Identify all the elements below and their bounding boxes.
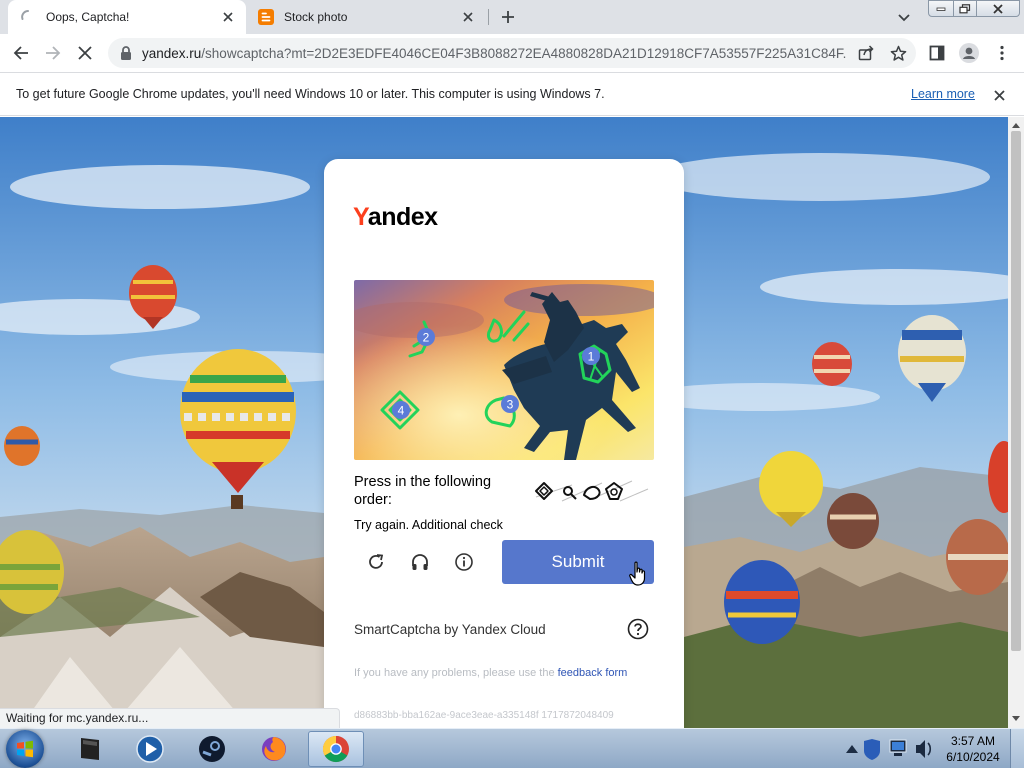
back-arrow-icon[interactable] — [9, 41, 33, 65]
page-scrollbar[interactable] — [1008, 117, 1024, 728]
close-window-icon[interactable] — [976, 0, 1020, 17]
update-infobar: To get future Google Chrome updates, you… — [0, 72, 1024, 116]
url-text[interactable]: yandex.ru/showcaptcha?mt=2D2E3EDFE4046CE… — [142, 46, 846, 61]
tray-overflow-icon[interactable] — [846, 745, 858, 753]
captcha-prompt: Press in the following order: — [354, 474, 492, 508]
taskbar-clock[interactable]: 3:57 AM 6/10/2024 — [940, 733, 1006, 765]
tray-shield-icon[interactable] — [864, 739, 880, 760]
tab-search-chevron-icon[interactable] — [894, 8, 914, 28]
status-bubble: Waiting for mc.yandex.ru... — [0, 708, 340, 728]
tab-strip: Oops, Captcha! Stock photo — [0, 0, 1024, 34]
url-path: /showcaptcha?mt=2D2E3EDFE4046CE04F3B8088… — [201, 46, 846, 61]
help-question-icon[interactable] — [627, 618, 649, 640]
infobar-message: To get future Google Chrome updates, you… — [16, 87, 605, 101]
address-bar[interactable]: yandex.ru/showcaptcha?mt=2D2E3EDFE4046CE… — [108, 38, 916, 68]
scroll-up-arrow-icon[interactable] — [1008, 119, 1024, 131]
captcha-error-message: Try again. Additional check — [354, 518, 503, 532]
info-icon[interactable] — [452, 550, 476, 574]
tab-title: Stock photo — [284, 10, 348, 24]
bookmark-star-icon[interactable] — [886, 41, 910, 65]
show-desktop-button[interactable] — [1010, 729, 1024, 768]
media-player-app[interactable] — [122, 731, 178, 767]
chrome-icon — [322, 735, 349, 763]
captcha-marker-1: 1 — [588, 350, 595, 364]
url-host: yandex.ru — [142, 46, 202, 61]
captcha-card: Yandex 1 2 3 4 Press in the following or… — [324, 159, 684, 728]
menu-kebab-icon[interactable] — [990, 41, 1014, 65]
tab-title: Oops, Captcha! — [46, 10, 130, 24]
headphones-audio-icon[interactable] — [408, 550, 432, 574]
tray-network-icon[interactable] — [889, 739, 907, 756]
new-tab-icon[interactable] — [498, 7, 518, 27]
captcha-marker-3: 3 — [507, 398, 514, 412]
yandex-logo-y: Y — [353, 203, 368, 231]
page-viewport: Yandex 1 2 3 4 Press in the following or… — [0, 117, 1008, 728]
yandex-logo-rest: andex — [367, 203, 438, 231]
close-tab-icon[interactable] — [460, 9, 476, 25]
firefox-icon — [262, 737, 286, 761]
learn-more-link[interactable]: Learn more — [911, 87, 975, 101]
clock-time: 3:57 AM — [950, 734, 996, 748]
lock-icon[interactable] — [118, 45, 134, 61]
problems-text: If you have any problems, please use the — [354, 667, 558, 679]
firefox-app[interactable] — [246, 731, 302, 767]
stop-loading-icon[interactable] — [73, 41, 97, 65]
profile-avatar-icon[interactable] — [957, 41, 981, 65]
chrome-app[interactable] — [308, 731, 364, 767]
restore-window-icon[interactable] — [953, 0, 977, 17]
browser-toolbar: yandex.ru/showcaptcha?mt=2D2E3EDFE4046CE… — [0, 34, 1024, 72]
blogger-icon — [258, 9, 274, 25]
forward-arrow-icon[interactable] — [41, 41, 65, 65]
steam-icon — [199, 736, 225, 762]
request-id: d86883bb-bba162ae-9ace3eae-a335148f 1717… — [354, 710, 614, 721]
captcha-challenge-image[interactable]: 1 2 3 4 — [354, 280, 654, 460]
steam-app[interactable] — [184, 731, 240, 767]
tab-oops-captcha[interactable]: Oops, Captcha! — [8, 0, 246, 34]
file-manager-app[interactable] — [62, 731, 118, 767]
hand-cursor-icon — [629, 561, 646, 586]
start-button[interactable] — [6, 730, 44, 768]
system-tray — [842, 731, 942, 767]
feedback-form-link[interactable]: feedback form — [558, 667, 628, 679]
file-manager-icon — [81, 738, 99, 760]
tab-stock-photo[interactable]: Stock photo — [250, 0, 486, 34]
scroll-down-arrow-icon[interactable] — [1008, 712, 1024, 724]
yandex-logo: Yandex — [353, 203, 438, 232]
side-panel-icon[interactable] — [925, 41, 949, 65]
refresh-icon[interactable] — [364, 550, 388, 574]
minimize-window-icon[interactable] — [928, 0, 954, 17]
scrollbar-thumb[interactable] — [1011, 131, 1021, 651]
windows-logo-icon — [17, 740, 33, 758]
windows-taskbar: 3:57 AM 6/10/2024 — [0, 728, 1024, 768]
close-tab-icon[interactable] — [220, 9, 236, 25]
share-icon[interactable] — [854, 41, 878, 65]
close-infobar-icon[interactable] — [990, 86, 1008, 104]
order-hint-icons — [535, 480, 649, 502]
clock-date: 6/10/2024 — [946, 750, 1000, 764]
loading-spinner-icon — [21, 10, 29, 20]
tab-separator — [488, 9, 489, 25]
media-player-icon — [136, 735, 164, 763]
problems-notice: If you have any problems, please use the… — [354, 665, 654, 681]
tray-volume-icon[interactable] — [916, 740, 932, 758]
captcha-marker-4: 4 — [398, 404, 405, 418]
smartcaptcha-brand: SmartCaptcha by Yandex Cloud — [354, 622, 546, 637]
captcha-marker-2: 2 — [423, 331, 430, 345]
